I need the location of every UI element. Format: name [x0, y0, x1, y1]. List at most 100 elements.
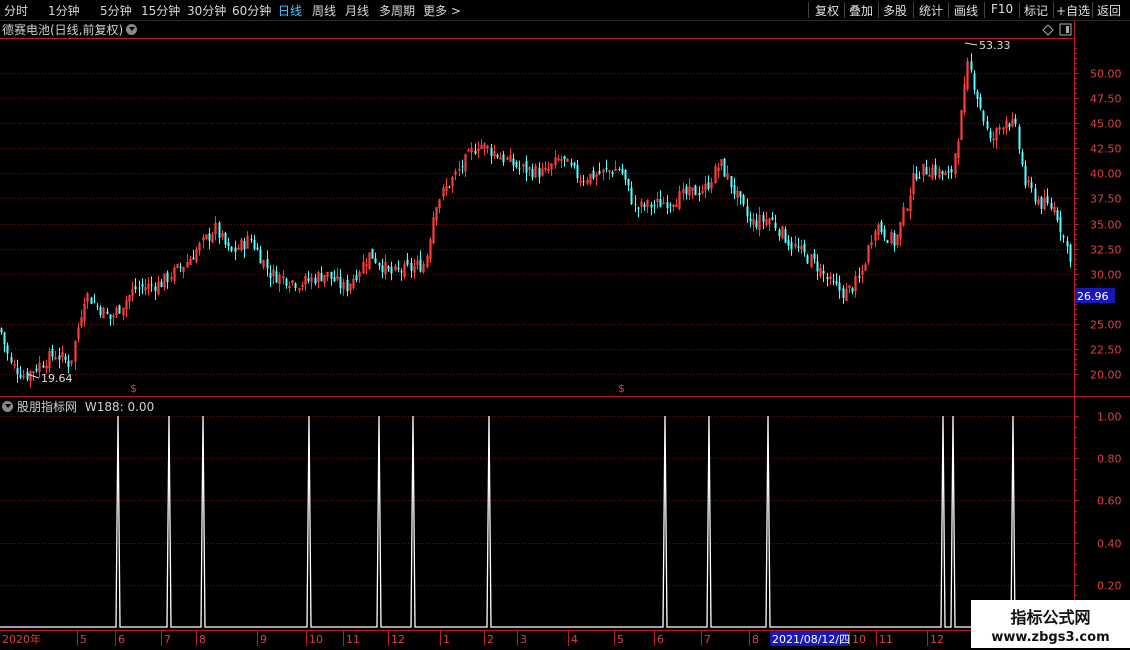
candle-body [410, 263, 413, 271]
candle-body [275, 271, 278, 283]
indicator-series-value: 0.00 [127, 400, 155, 414]
time-tick-label: 2020年 [2, 632, 41, 646]
indicator-tick-label: 0.20 [1097, 580, 1122, 593]
candle-body [314, 277, 317, 284]
candle-body [771, 217, 774, 220]
candle-body [93, 301, 96, 303]
price-tick-label: 35.00 [1090, 219, 1122, 232]
candle-body [19, 374, 22, 378]
price-tick-label: 20.00 [1090, 369, 1122, 382]
candle-body [378, 263, 381, 266]
candle-body [749, 218, 752, 222]
candle-body [778, 229, 781, 237]
panel-layout-icon[interactable] [1059, 23, 1072, 36]
price-tick-label: 30.00 [1090, 269, 1122, 282]
candle-body [390, 266, 393, 274]
candle-body [573, 162, 576, 166]
indicator-tick-label: 0.80 [1097, 453, 1122, 466]
candle-body [1030, 182, 1033, 189]
indicator-tick-label: 0.60 [1097, 495, 1122, 508]
candle-body [1050, 202, 1053, 209]
candle-body [685, 186, 688, 195]
candle-body [970, 61, 973, 71]
candle-body [515, 161, 518, 168]
candle-body [813, 253, 816, 259]
candle-body [1014, 118, 1017, 124]
stock-title: 德赛电池(日线,前复权) [2, 23, 124, 37]
candle-body [218, 222, 221, 238]
current-price-label: 26.96 [1077, 290, 1109, 303]
candle-body [51, 348, 54, 357]
chevron-down-icon[interactable] [2, 401, 13, 412]
candle-body [230, 246, 233, 251]
candle-body [1069, 244, 1072, 262]
candle-body [666, 202, 669, 209]
candle-body [253, 239, 256, 249]
candle-body [730, 176, 733, 188]
candle-body [838, 282, 841, 291]
candle-body [650, 204, 653, 208]
candle-body [3, 332, 6, 345]
candle-body [893, 233, 896, 246]
candle-body [941, 171, 944, 175]
candle-body [707, 182, 710, 189]
time-tick-label: 12 [391, 633, 405, 646]
candle-body [986, 121, 989, 129]
candle-body [339, 277, 342, 288]
time-tick-label: 8 [752, 633, 759, 646]
candle-body [835, 281, 838, 284]
candle-body [634, 203, 637, 205]
candle-body [605, 167, 608, 170]
candle-body [400, 271, 403, 273]
candle-body [538, 167, 541, 178]
candle-body [618, 168, 621, 170]
candle-body [150, 284, 153, 286]
price-tick-label: 42.50 [1090, 143, 1122, 156]
candle-body [806, 255, 809, 264]
time-tick-label: 9 [260, 633, 267, 646]
cursor-date-label: 2021/08/12/四 [772, 633, 850, 646]
candle-body [118, 305, 121, 314]
candle-body [774, 222, 777, 229]
candle-body [1056, 210, 1059, 221]
candle-body [285, 278, 288, 286]
candle-body [10, 356, 13, 363]
candle-body [333, 277, 336, 282]
candle-body [227, 242, 230, 247]
indicator-tick-label: 0.40 [1097, 538, 1122, 551]
candle-body [1034, 188, 1037, 202]
candle-body [563, 155, 566, 160]
candle-body [1059, 216, 1062, 232]
candle-body [35, 368, 38, 371]
time-tick-label: 7 [164, 633, 171, 646]
candle-body [224, 232, 227, 245]
candle-body [474, 150, 477, 154]
candle-body [947, 171, 950, 173]
candle-body [1062, 235, 1065, 238]
time-tick-label: 3 [520, 633, 527, 646]
event-marker-dollar-2[interactable]: $ [618, 382, 625, 395]
candle-body [381, 265, 384, 273]
candle-body [797, 246, 800, 248]
candle-body [1018, 126, 1021, 150]
candle-body [826, 276, 829, 280]
time-tick-label: 2 [487, 633, 494, 646]
candle-body [637, 207, 640, 209]
event-marker-dollar-1[interactable]: $ [130, 382, 137, 395]
candle-body [611, 171, 614, 175]
candle-body [842, 288, 845, 298]
candle-body [1024, 165, 1027, 186]
kline-chart-area[interactable]: 20.0022.5025.0030.0032.5035.0037.5040.00… [0, 0, 1130, 650]
price-tick-label: 47.50 [1090, 93, 1122, 106]
candle-body [518, 167, 521, 169]
candle-body [925, 166, 928, 175]
candle-body [266, 259, 269, 269]
price-panel-title: 德赛电池(日线,前复权) [2, 21, 138, 38]
chevron-down-icon[interactable] [126, 24, 138, 35]
candle-body [320, 272, 323, 281]
indicator-series [0, 415, 1074, 628]
indicator-panel-title: 股朋指标网 W188: 0.00 [2, 398, 154, 415]
diamond-icon[interactable] [1042, 24, 1054, 36]
candle-body [973, 73, 976, 90]
candle-body [851, 287, 854, 292]
